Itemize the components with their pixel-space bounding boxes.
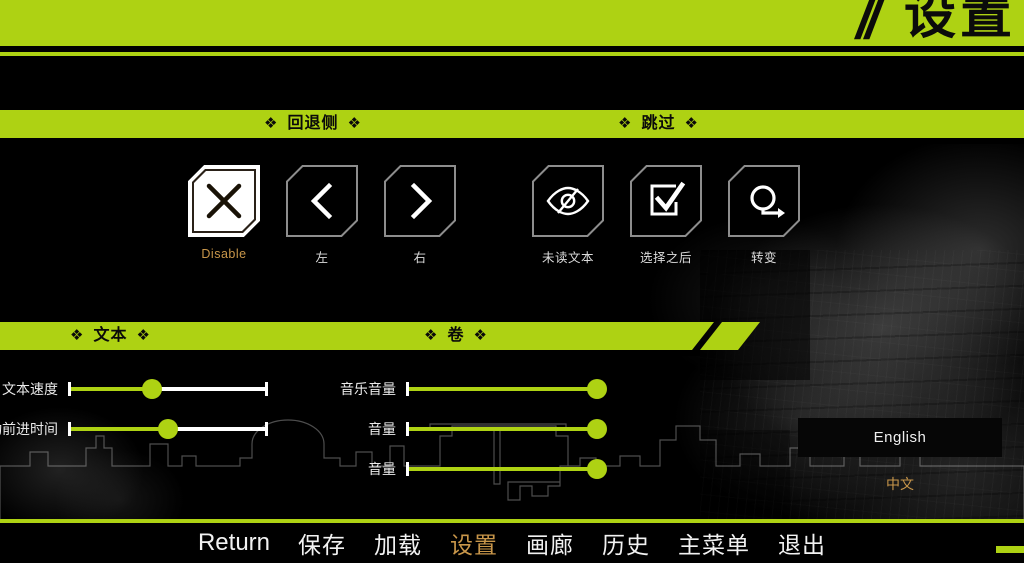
- option-button-frame[interactable]: [384, 165, 456, 237]
- page-title: 设置: [903, 0, 1016, 45]
- diamond-icon: ❖: [70, 327, 85, 344]
- slider-fill: [409, 427, 597, 431]
- skip-option-after-choices[interactable]: 选择之后: [630, 165, 702, 266]
- section-header-volume: ❖ 卷 ❖: [424, 322, 488, 350]
- section-header-skip: ❖ 跳过 ❖: [618, 110, 699, 138]
- slider-label: 音量: [368, 461, 396, 477]
- checkbox-checked-icon: [630, 165, 702, 237]
- slider-label: 自动前进时间: [0, 421, 58, 437]
- slider-thumb[interactable]: [158, 419, 178, 439]
- slider-row-auto-forward-time[interactable]: 自动前进时间: [0, 418, 270, 440]
- background-dark-block: [700, 250, 810, 380]
- option-button-frame[interactable]: [630, 165, 702, 237]
- option-label: Disable: [201, 247, 247, 261]
- slider-row-music-volume[interactable]: 音乐音量: [296, 378, 607, 400]
- diamond-icon: ❖: [684, 115, 699, 132]
- option-label: 未读文本: [541, 251, 594, 265]
- slider-fill: [409, 467, 597, 471]
- slider-cap-right: [265, 422, 268, 436]
- skip-option-unread-text[interactable]: 未读文本: [532, 165, 604, 266]
- option-button-frame[interactable]: [286, 165, 358, 237]
- settings-screen: // 设置 ❖ 回退侧 ❖ ❖ 跳过 ❖ Disable 左 右 未读文本 选择…: [0, 0, 1024, 563]
- section-bar-row1: [0, 110, 1024, 144]
- auto-forward-time-slider[interactable]: [68, 418, 268, 440]
- corner-green-accent: [996, 546, 1024, 553]
- slider-fill: [71, 387, 153, 391]
- text-speed-slider[interactable]: [68, 378, 268, 400]
- diamond-icon: ❖: [347, 115, 362, 132]
- section-label-text: 文本: [93, 327, 128, 344]
- music-volume-slider[interactable]: [406, 378, 607, 400]
- banner-black-field: [0, 56, 1024, 112]
- section-label-text: 回退侧: [287, 115, 339, 132]
- loop-arrow-icon: [728, 165, 800, 237]
- slider-cap-right: [265, 382, 268, 396]
- slider-row-voice-volume[interactable]: 音量: [296, 458, 607, 480]
- rollback-option-disable[interactable]: Disable: [188, 165, 260, 261]
- nav-item-main-menu[interactable]: 主菜单: [678, 526, 750, 560]
- slider-row-volume[interactable]: 音量: [296, 418, 607, 440]
- rollback-option-right[interactable]: 右: [384, 165, 456, 266]
- eye-slash-icon: [532, 165, 604, 237]
- slider-label: 音量: [368, 421, 396, 437]
- sound-volume-slider[interactable]: [406, 418, 607, 440]
- slider-fill: [409, 387, 597, 391]
- slider-thumb[interactable]: [587, 459, 607, 479]
- nav-item-save[interactable]: 保存: [298, 526, 346, 560]
- language-label-chinese: 中文: [886, 476, 914, 492]
- nav-item-settings[interactable]: 设置: [450, 526, 498, 560]
- chevron-right-icon: [384, 165, 456, 237]
- language-option-chinese[interactable]: 中文: [798, 474, 1002, 496]
- option-button-frame[interactable]: [728, 165, 800, 237]
- cross-icon: [188, 165, 260, 237]
- language-option-english[interactable]: English: [798, 418, 1002, 457]
- diamond-icon: ❖: [136, 327, 151, 344]
- bottom-nav: Return 保存 加载 设置 画廊 历史 主菜单 退出: [0, 523, 1024, 563]
- option-button-frame[interactable]: [188, 165, 260, 237]
- slider-thumb[interactable]: [587, 379, 607, 399]
- option-label: 左: [315, 251, 329, 265]
- section-label-text: 卷: [447, 327, 465, 344]
- nav-item-gallery[interactable]: 画廊: [526, 526, 574, 560]
- skip-option-transitions[interactable]: 转变: [728, 165, 800, 266]
- slider-label: 音乐音量: [340, 381, 396, 397]
- language-label-english: English: [873, 429, 927, 446]
- diamond-icon: ❖: [473, 327, 488, 344]
- option-label: 选择之后: [639, 251, 692, 265]
- slider-thumb[interactable]: [587, 419, 607, 439]
- section-bar-underline: [0, 138, 1024, 144]
- nav-item-return[interactable]: Return: [198, 529, 270, 557]
- diamond-icon: ❖: [424, 327, 439, 344]
- option-label: 右: [413, 251, 427, 265]
- section-bar-underline: [0, 350, 700, 356]
- section-header-rollback: ❖ 回退侧 ❖: [264, 110, 362, 138]
- title-slash-accent: //: [855, 0, 880, 50]
- slider-row-text-speed[interactable]: 文本速度: [0, 378, 270, 400]
- rollback-option-left[interactable]: 左: [286, 165, 358, 266]
- nav-item-history[interactable]: 历史: [602, 526, 650, 560]
- nav-item-quit[interactable]: 退出: [778, 526, 826, 560]
- option-button-frame[interactable]: [532, 165, 604, 237]
- slider-thumb[interactable]: [142, 379, 163, 399]
- slider-label: 文本速度: [2, 381, 58, 397]
- slider-fill: [71, 427, 168, 431]
- section-header-text: ❖ 文本 ❖: [70, 322, 151, 350]
- diamond-icon: ❖: [264, 115, 279, 132]
- diamond-icon: ❖: [618, 115, 633, 132]
- nav-item-load[interactable]: 加载: [374, 526, 422, 560]
- chevron-left-icon: [286, 165, 358, 237]
- section-label-text: 跳过: [641, 115, 676, 132]
- voice-volume-slider[interactable]: [406, 458, 607, 480]
- option-label: 转变: [750, 251, 777, 265]
